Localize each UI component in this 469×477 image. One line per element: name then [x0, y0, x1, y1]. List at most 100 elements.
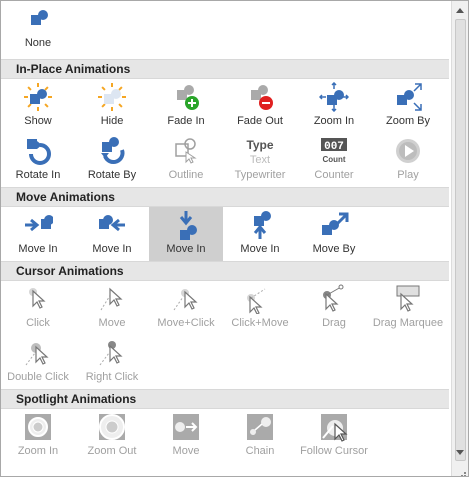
animation-outline[interactable]: Outline — [149, 133, 223, 187]
animation-label: Zoom Out — [87, 445, 137, 457]
icon-wrapper — [171, 412, 201, 442]
animation-label: Counter — [314, 169, 354, 181]
animation-hide[interactable]: Hide — [75, 79, 149, 133]
animation-click[interactable]: Click — [1, 281, 75, 335]
animation-label: Double Click — [7, 371, 69, 383]
icon-wrapper — [23, 210, 53, 240]
animation-label: Move In — [18, 243, 58, 255]
icon-wrapper — [171, 284, 201, 314]
animation-label: Rotate In — [15, 169, 61, 181]
icon-wrapper — [97, 82, 127, 112]
animation-zoom-by[interactable]: Zoom By — [371, 79, 445, 133]
spotlight-zoom-out-icon — [99, 414, 125, 440]
animation-zoom-in[interactable]: Zoom In — [1, 409, 75, 463]
animation-move[interactable]: Move — [149, 409, 223, 463]
animation-chain[interactable]: Chain — [223, 409, 297, 463]
animation-play[interactable]: Play — [371, 133, 445, 187]
shapes-icon — [23, 4, 53, 34]
animation-label: Play — [397, 169, 419, 181]
animation-none[interactable]: None — [1, 1, 75, 59]
animation-label: Follow Cursor — [300, 445, 368, 457]
icon-wrapper — [393, 284, 423, 314]
animation-picker-panel: None In-Place Animations Show Hide Fade In F… — [0, 0, 469, 477]
animation-fade-in[interactable]: Fade In — [149, 79, 223, 133]
icon-wrapper — [319, 284, 349, 314]
animation-zoom-out[interactable]: Zoom Out — [75, 409, 149, 463]
icon-wrapper — [319, 412, 349, 442]
animation-label: Outline — [168, 169, 204, 181]
animation-click-move[interactable]: Click+Move — [223, 281, 297, 335]
animation-follow-cursor[interactable]: Follow Cursor — [297, 409, 371, 463]
animation-typewriter[interactable]: Type Text Typewriter — [223, 133, 297, 187]
animation-move-in[interactable]: Move In — [223, 207, 297, 261]
outline-icon — [175, 138, 197, 164]
icon-wrapper — [97, 412, 127, 442]
animation-counter[interactable]: 007 Count Counter — [297, 133, 371, 187]
resize-grip[interactable] — [457, 465, 467, 476]
animation-label: Chain — [245, 445, 275, 457]
move-in-left-icon — [25, 215, 53, 232]
animation-label: Move In — [166, 243, 206, 255]
animation-right-click[interactable]: Right Click — [75, 335, 149, 389]
animation-row: Move In Move In Move In Move In Move By — [1, 207, 449, 261]
animation-label: Click — [26, 317, 50, 329]
icon-wrapper — [23, 284, 53, 314]
icon-wrapper — [245, 284, 275, 314]
animation-zoom-in[interactable]: Zoom In — [297, 79, 371, 133]
scroll-up-button[interactable] — [452, 2, 468, 18]
icon-wrapper — [23, 136, 53, 166]
animation-label: Move+Click — [157, 317, 215, 329]
icon-wrapper — [23, 82, 53, 112]
icon-wrapper — [171, 210, 201, 240]
animation-move[interactable]: Move — [75, 281, 149, 335]
animation-label: Hide — [100, 115, 124, 127]
animation-label: Right Click — [85, 371, 139, 383]
animation-move-in[interactable]: Move In — [1, 207, 75, 261]
animation-double-click[interactable]: Double Click — [1, 335, 75, 389]
icon-wrapper — [245, 210, 275, 240]
chevron-down-icon — [456, 449, 464, 455]
animation-label: Fade Out — [237, 115, 283, 127]
animation-move-in[interactable]: Move In — [75, 207, 149, 261]
cursor-click-move-icon — [247, 288, 266, 314]
icon-wrapper — [171, 136, 201, 166]
animation-show[interactable]: Show — [1, 79, 75, 133]
animation-move-click[interactable]: Move+Click — [149, 281, 223, 335]
move-in-down-icon — [179, 211, 197, 240]
animation-rotate-by[interactable]: Rotate By — [75, 133, 149, 187]
animation-label: Fade In — [167, 115, 205, 127]
animation-move-in[interactable]: Move In — [149, 207, 223, 261]
animation-row: Rotate In Rotate By Outline Type Text Typewri… — [1, 133, 449, 187]
icon-wrapper — [245, 82, 275, 112]
move-in-up-icon — [253, 211, 271, 239]
scroll-down-button[interactable] — [452, 444, 468, 460]
animation-label: Move — [172, 445, 200, 457]
typewriter-icon: Type Text — [246, 138, 273, 166]
rotate-in-icon — [27, 139, 51, 165]
animation-label: Zoom By — [385, 115, 430, 127]
cursor-move-icon — [100, 287, 123, 311]
scroll-thumb[interactable] — [455, 19, 466, 461]
icon-wrapper — [319, 82, 349, 112]
icon-wrapper — [97, 284, 127, 314]
move-in-right-icon — [99, 215, 125, 232]
animation-label: Click+Move — [231, 317, 289, 329]
animation-rotate-in[interactable]: Rotate In — [1, 133, 75, 187]
svg-text:Text: Text — [250, 154, 270, 166]
animation-drag-marquee[interactable]: Drag Marquee — [371, 281, 445, 335]
animation-list: None In-Place Animations Show Hide Fade In F… — [1, 1, 449, 463]
vertical-scrollbar[interactable] — [451, 1, 468, 476]
animation-fade-out[interactable]: Fade Out — [223, 79, 297, 133]
cursor-drag-marquee-icon — [396, 285, 420, 312]
grip-icon — [461, 472, 466, 476]
hide-icon — [98, 83, 126, 111]
animation-label: Show — [24, 115, 52, 127]
animation-drag[interactable]: Drag — [297, 281, 371, 335]
show-icon — [24, 83, 52, 111]
animation-label: Rotate By — [87, 169, 137, 181]
spotlight-chain-icon — [247, 414, 273, 440]
fade-out-icon — [251, 85, 273, 110]
spotlight-zoom-in-icon — [25, 414, 51, 440]
animation-move-by[interactable]: Move By — [297, 207, 371, 261]
animation-row: Double Click Right Click — [1, 335, 449, 389]
